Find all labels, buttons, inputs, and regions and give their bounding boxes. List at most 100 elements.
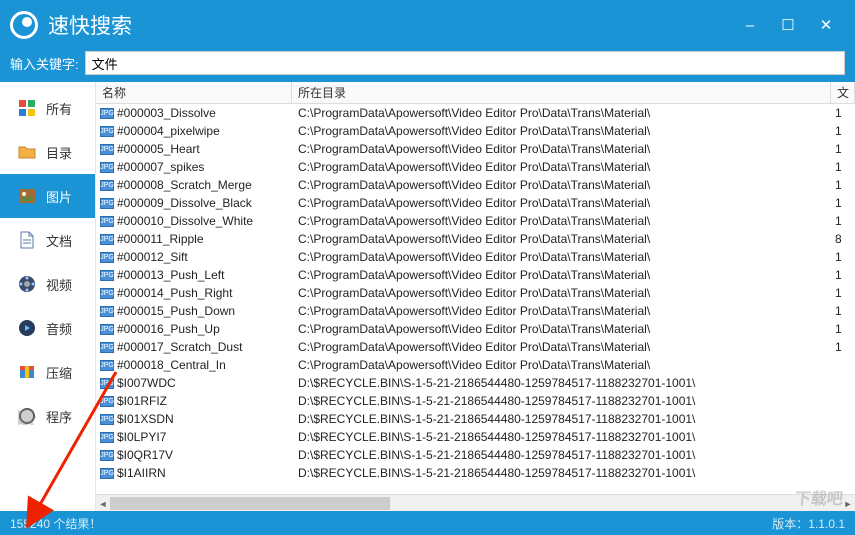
jpg-file-icon: JPG — [100, 162, 114, 173]
file-name: #000011_Ripple — [117, 232, 204, 246]
scroll-thumb[interactable] — [110, 497, 390, 510]
file-name: #000008_Scratch_Merge — [117, 178, 252, 192]
cell-ext: 1 — [831, 322, 855, 336]
table-row[interactable]: JPG#000004_pixelwipeC:\ProgramData\Apowe… — [96, 122, 855, 140]
table-row[interactable]: JPG#000013_Push_LeftC:\ProgramData\Apowe… — [96, 266, 855, 284]
table-row[interactable]: JPG#000017_Scratch_DustC:\ProgramData\Ap… — [96, 338, 855, 356]
table-row[interactable]: JPG#000016_Push_UpC:\ProgramData\Apowers… — [96, 320, 855, 338]
file-name: #000003_Dissolve — [117, 106, 216, 120]
jpg-file-icon: JPG — [100, 252, 114, 263]
table-row[interactable]: JPG$I0LPYI7D:\$RECYCLE.BIN\S-1-5-21-2186… — [96, 428, 855, 446]
table-row[interactable]: JPG$I01RFIZD:\$RECYCLE.BIN\S-1-5-21-2186… — [96, 392, 855, 410]
cell-ext: 1 — [831, 160, 855, 174]
column-header-path[interactable]: 所在目录 — [292, 82, 831, 103]
close-button[interactable]: ✕ — [807, 10, 845, 40]
cell-path: D:\$RECYCLE.BIN\S-1-5-21-2186544480-1259… — [292, 376, 831, 390]
jpg-file-icon: JPG — [100, 198, 114, 209]
result-count-suffix: 个结果！ — [50, 517, 101, 531]
table-row[interactable]: JPG#000014_Push_RightC:\ProgramData\Apow… — [96, 284, 855, 302]
cell-name: JPG#000005_Heart — [96, 142, 292, 156]
jpg-file-icon: JPG — [100, 126, 114, 137]
scroll-left-arrow-icon[interactable]: ◄ — [96, 495, 110, 512]
sidebar-item-2[interactable]: 图片 — [0, 174, 95, 218]
minimize-button[interactable]: – — [731, 10, 769, 40]
cell-path: C:\ProgramData\Apowersoft\Video Editor P… — [292, 142, 831, 156]
cell-ext: 8 — [831, 232, 855, 246]
cell-path: C:\ProgramData\Apowersoft\Video Editor P… — [292, 124, 831, 138]
jpg-file-icon: JPG — [100, 414, 114, 425]
sidebar-item-1[interactable]: 目录 — [0, 130, 95, 174]
horizontal-scrollbar[interactable]: ◄ ► — [96, 494, 855, 511]
table-row[interactable]: JPG$I007WDCD:\$RECYCLE.BIN\S-1-5-21-2186… — [96, 374, 855, 392]
sidebar-item-label: 文档 — [46, 231, 72, 250]
result-count-number: 155240 — [10, 517, 50, 531]
table-row[interactable]: JPG#000015_Push_DownC:\ProgramData\Apowe… — [96, 302, 855, 320]
cell-ext: 1 — [831, 214, 855, 228]
sidebar-item-6[interactable]: 压缩 — [0, 350, 95, 394]
cell-name: JPG#000018_Central_In — [96, 358, 292, 372]
cell-ext: 1 — [831, 268, 855, 282]
maximize-button[interactable]: ☐ — [769, 10, 807, 40]
file-name: $I01XSDN — [117, 412, 174, 426]
table-row[interactable]: JPG#000011_RippleC:\ProgramData\Apowerso… — [96, 230, 855, 248]
cell-name: JPG#000013_Push_Left — [96, 268, 292, 282]
table-body[interactable]: JPG#000003_DissolveC:\ProgramData\Apower… — [96, 104, 855, 494]
file-name: $I007WDC — [117, 376, 176, 390]
sidebar-item-5[interactable]: 音频 — [0, 306, 95, 350]
cell-path: D:\$RECYCLE.BIN\S-1-5-21-2186544480-1259… — [292, 448, 831, 462]
cell-name: JPG#000012_Sift — [96, 250, 292, 264]
table-row[interactable]: JPG#000003_DissolveC:\ProgramData\Apower… — [96, 104, 855, 122]
table-row[interactable]: JPG#000010_Dissolve_WhiteC:\ProgramData\… — [96, 212, 855, 230]
table-row[interactable]: JPG#000007_spikesC:\ProgramData\Apowerso… — [96, 158, 855, 176]
table-row[interactable]: JPG#000005_HeartC:\ProgramData\Apowersof… — [96, 140, 855, 158]
folder-icon — [18, 143, 36, 161]
column-header-name[interactable]: 名称 — [96, 82, 292, 103]
jpg-file-icon: JPG — [100, 234, 114, 245]
result-panel: 名称 所在目录 文 JPG#000003_DissolveC:\ProgramD… — [95, 82, 855, 511]
cell-name: JPG#000007_spikes — [96, 160, 292, 174]
table-row[interactable]: JPG#000008_Scratch_MergeC:\ProgramData\A… — [96, 176, 855, 194]
sidebar-item-0[interactable]: 所有 — [0, 86, 95, 130]
jpg-file-icon: JPG — [100, 360, 114, 371]
result-count: 155240 个结果！ — [10, 515, 772, 532]
file-name: $I0LPYI7 — [117, 430, 166, 444]
jpg-file-icon: JPG — [100, 342, 114, 353]
jpg-file-icon: JPG — [100, 468, 114, 479]
cell-path: C:\ProgramData\Apowersoft\Video Editor P… — [292, 322, 831, 336]
cell-path: C:\ProgramData\Apowersoft\Video Editor P… — [292, 178, 831, 192]
cell-ext: 1 — [831, 178, 855, 192]
table-row[interactable]: JPG#000012_SiftC:\ProgramData\Apowersoft… — [96, 248, 855, 266]
sidebar-item-label: 程序 — [46, 407, 72, 426]
jpg-file-icon: JPG — [100, 306, 114, 317]
scroll-right-arrow-icon[interactable]: ► — [841, 495, 855, 512]
cell-name: JPG$I01RFIZ — [96, 394, 292, 408]
image-icon — [18, 187, 36, 205]
sidebar: 所有目录图片文档视频音频压缩程序 — [0, 82, 95, 511]
table-row[interactable]: JPG$I0QR17V D:\$RECYCLE.BIN\S-1-5-21-2186… — [96, 446, 855, 464]
search-input[interactable] — [85, 51, 845, 75]
cell-path: D:\$RECYCLE.BIN\S-1-5-21-2186544480-1259… — [292, 394, 831, 408]
sidebar-item-4[interactable]: 视频 — [0, 262, 95, 306]
table-row[interactable]: JPG#000018_Central_InC:\ProgramData\Apow… — [96, 356, 855, 374]
column-header-ext[interactable]: 文 — [831, 82, 855, 103]
table-row[interactable]: JPG$I1AIIRND:\$RECYCLE.BIN\S-1-5-21-2186… — [96, 464, 855, 482]
cell-path: C:\ProgramData\Apowersoft\Video Editor P… — [292, 106, 831, 120]
jpg-file-icon: JPG — [100, 450, 114, 461]
cell-name: JPG$I1AIIRN — [96, 466, 292, 480]
cell-ext: 1 — [831, 286, 855, 300]
window-controls: – ☐ ✕ — [731, 10, 845, 40]
sidebar-item-label: 压缩 — [46, 363, 72, 382]
file-name: #000007_spikes — [117, 160, 204, 174]
cell-ext: 1 — [831, 106, 855, 120]
cell-path: D:\$RECYCLE.BIN\S-1-5-21-2186544480-1259… — [292, 412, 831, 426]
table-row[interactable]: JPG$I01XSDN D:\$RECYCLE.BIN\S-1-5-21-2186… — [96, 410, 855, 428]
cell-path: C:\ProgramData\Apowersoft\Video Editor P… — [292, 358, 831, 372]
file-name: $I0QR17V — [117, 448, 173, 462]
sidebar-item-7[interactable]: 程序 — [0, 394, 95, 438]
table-row[interactable]: JPG#000009_Dissolve_BlackC:\ProgramData\… — [96, 194, 855, 212]
cell-ext: 1 — [831, 142, 855, 156]
video-icon — [18, 275, 36, 293]
sidebar-item-3[interactable]: 文档 — [0, 218, 95, 262]
sidebar-item-label: 图片 — [46, 187, 72, 206]
jpg-file-icon: JPG — [100, 270, 114, 281]
